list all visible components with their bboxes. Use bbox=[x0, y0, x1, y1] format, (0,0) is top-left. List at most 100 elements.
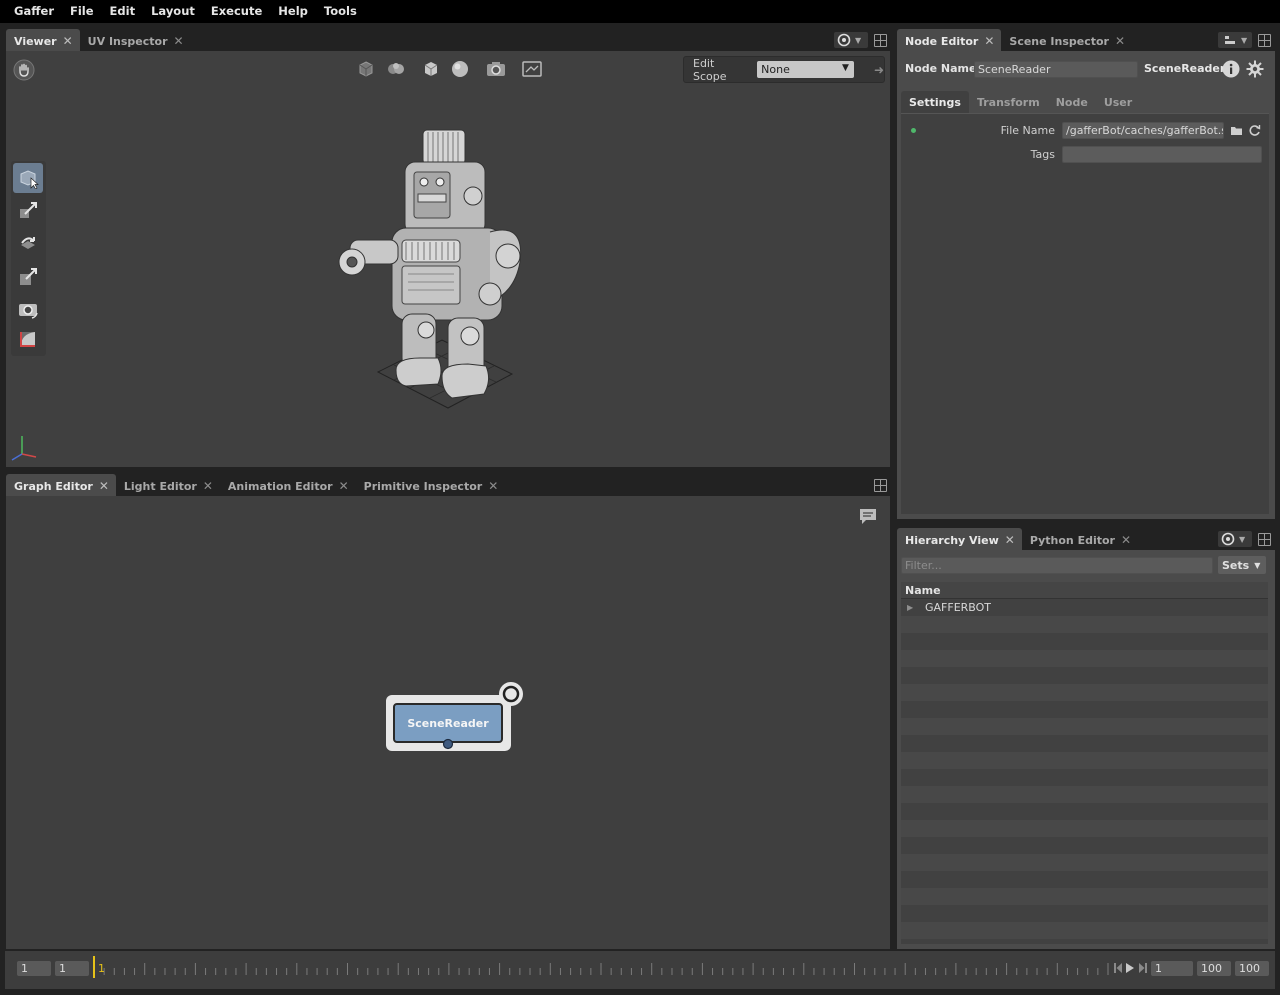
close-icon[interactable]: ✕ bbox=[339, 480, 349, 492]
play-icon[interactable] bbox=[1125, 962, 1135, 974]
edit-scope-box: Edit Scope None ▼ ➜ bbox=[683, 56, 885, 83]
tree-row-empty bbox=[901, 718, 1268, 735]
file-name-field[interactable]: /gafferBot/caches/gafferBot.scc bbox=[1062, 122, 1224, 139]
tab-node[interactable]: Node bbox=[1048, 91, 1096, 113]
shaded-button[interactable] bbox=[449, 58, 471, 80]
timeline: 1 1 1 1 100 100 bbox=[5, 951, 1275, 989]
solid-sphere-icon bbox=[452, 61, 468, 77]
menu-file[interactable]: File bbox=[62, 0, 102, 23]
chevron-down-icon: ▼ bbox=[1241, 35, 1248, 45]
output-plug-icon[interactable] bbox=[442, 738, 454, 750]
tab-light-editor[interactable]: Light Editor ✕ bbox=[116, 474, 220, 498]
hierarchy-column-header[interactable]: Name bbox=[901, 582, 1268, 599]
menu-gaffer[interactable]: Gaffer bbox=[6, 0, 62, 23]
node-name-field[interactable]: SceneReader bbox=[974, 61, 1138, 78]
render-display-button[interactable] bbox=[521, 58, 543, 80]
tab-settings[interactable]: Settings bbox=[901, 91, 969, 113]
camera-tool-icon bbox=[19, 304, 38, 319]
tab-primitive-inspector[interactable]: Primitive Inspector ✕ bbox=[356, 474, 506, 498]
selection-tool-button[interactable] bbox=[13, 163, 43, 193]
tags-label: Tags bbox=[1030, 148, 1055, 161]
tab-transform[interactable]: Transform bbox=[969, 91, 1048, 113]
selection-tool-icon bbox=[20, 170, 39, 189]
node-focus-icon[interactable] bbox=[498, 681, 524, 707]
close-icon[interactable]: ✕ bbox=[203, 480, 213, 492]
close-icon[interactable]: ✕ bbox=[1121, 534, 1131, 546]
menu-layout[interactable]: Layout bbox=[143, 0, 203, 23]
tab-user[interactable]: User bbox=[1096, 91, 1140, 113]
node-editor-menu-button[interactable]: ▼ bbox=[1218, 32, 1252, 48]
tab-node-editor[interactable]: Node Editor ✕ bbox=[897, 29, 1002, 53]
annotation-icon[interactable] bbox=[858, 507, 878, 525]
rotate-tool-button[interactable] bbox=[13, 229, 43, 259]
close-icon[interactable]: ✕ bbox=[1005, 534, 1015, 546]
sets-button[interactable]: Sets ▼ bbox=[1218, 556, 1266, 574]
timeline-start-inner-field[interactable]: 1 bbox=[55, 961, 89, 976]
tree-item-label: GAFFERBOT bbox=[925, 601, 992, 614]
layout-icon[interactable] bbox=[1258, 34, 1271, 47]
playhead[interactable] bbox=[93, 956, 95, 978]
menu-tools[interactable]: Tools bbox=[316, 0, 365, 23]
tab-python-editor[interactable]: Python Editor ✕ bbox=[1022, 528, 1138, 552]
tab-scene-inspector[interactable]: Scene Inspector ✕ bbox=[1001, 29, 1132, 53]
translate-tool-button[interactable] bbox=[13, 196, 43, 226]
timeline-start-outer-field[interactable]: 1 bbox=[17, 961, 51, 976]
arrow-right-icon[interactable]: ➜ bbox=[874, 63, 884, 77]
chevron-down-icon: ▼ bbox=[855, 35, 862, 45]
viewer-pin-button[interactable]: ▼ bbox=[834, 32, 868, 48]
layout-icon[interactable] bbox=[874, 34, 887, 47]
robot-model[interactable] bbox=[330, 122, 535, 412]
expand-arrow-icon[interactable]: ▶ bbox=[907, 603, 917, 612]
chevron-down-icon: ▼ bbox=[1254, 560, 1261, 570]
camera-tool-button[interactable] bbox=[13, 295, 43, 325]
step-forward-icon[interactable] bbox=[1138, 962, 1148, 974]
menu-execute[interactable]: Execute bbox=[203, 0, 270, 23]
step-back-icon[interactable] bbox=[1113, 962, 1123, 974]
tab-uv-inspector[interactable]: UV Inspector ✕ bbox=[80, 29, 191, 53]
tab-viewer[interactable]: Viewer ✕ bbox=[6, 29, 80, 53]
filter-placeholder: Filter... bbox=[905, 559, 942, 572]
close-icon[interactable]: ✕ bbox=[174, 35, 184, 47]
pan-tool-button[interactable] bbox=[13, 59, 35, 81]
tab-uv-inspector-label: UV Inspector bbox=[87, 34, 168, 48]
tab-graph-editor[interactable]: Graph Editor ✕ bbox=[6, 474, 116, 498]
tree-row-empty bbox=[901, 837, 1268, 854]
timeline-end-outer-field[interactable]: 100 bbox=[1235, 961, 1269, 976]
layout-icon[interactable] bbox=[1258, 533, 1271, 546]
scale-tool-button[interactable] bbox=[13, 262, 43, 292]
timeline-start-inner: 1 bbox=[59, 962, 66, 975]
scene-reader-node[interactable]: SceneReader bbox=[393, 703, 503, 743]
timeline-frame-field[interactable]: 1 bbox=[1151, 961, 1193, 976]
wireframe-button[interactable] bbox=[420, 58, 442, 80]
timeline-end-inner-field[interactable]: 100 bbox=[1197, 961, 1231, 976]
timeline-end-outer: 100 bbox=[1239, 962, 1260, 975]
axis-gizmo bbox=[11, 436, 37, 461]
camera-button[interactable] bbox=[485, 58, 507, 80]
close-icon[interactable]: ✕ bbox=[99, 480, 109, 492]
close-icon[interactable]: ✕ bbox=[63, 35, 73, 47]
edit-scope-dropdown[interactable]: None ▼ bbox=[757, 61, 854, 78]
timeline-ruler[interactable] bbox=[92, 959, 1112, 979]
folder-icon[interactable] bbox=[1230, 125, 1243, 136]
info-icon[interactable] bbox=[1222, 60, 1240, 78]
refresh-icon[interactable] bbox=[1248, 124, 1261, 137]
hierarchy-pin-button[interactable]: ▼ bbox=[1218, 531, 1252, 547]
object-cube-button[interactable] bbox=[355, 58, 377, 80]
tags-field[interactable] bbox=[1062, 146, 1262, 163]
layout-icon[interactable] bbox=[874, 479, 887, 492]
editor-settings-icon bbox=[1225, 36, 1235, 44]
menu-help[interactable]: Help bbox=[270, 0, 316, 23]
crop-window-tool-button[interactable] bbox=[13, 324, 43, 354]
hierarchy-filter-input[interactable]: Filter... bbox=[901, 557, 1213, 574]
close-icon[interactable]: ✕ bbox=[984, 35, 994, 47]
tab-animation-editor[interactable]: Animation Editor ✕ bbox=[220, 474, 356, 498]
objects-button[interactable] bbox=[385, 58, 407, 80]
tab-hierarchy-view[interactable]: Hierarchy View ✕ bbox=[897, 528, 1022, 552]
tree-row[interactable]: ▶ GAFFERBOT bbox=[901, 599, 1268, 616]
close-icon[interactable]: ✕ bbox=[1115, 35, 1125, 47]
tree-row-empty bbox=[901, 769, 1268, 786]
close-icon[interactable]: ✕ bbox=[488, 480, 498, 492]
menu-edit[interactable]: Edit bbox=[102, 0, 144, 23]
file-name-label: File Name bbox=[1000, 124, 1055, 137]
gear-icon[interactable] bbox=[1246, 60, 1264, 78]
